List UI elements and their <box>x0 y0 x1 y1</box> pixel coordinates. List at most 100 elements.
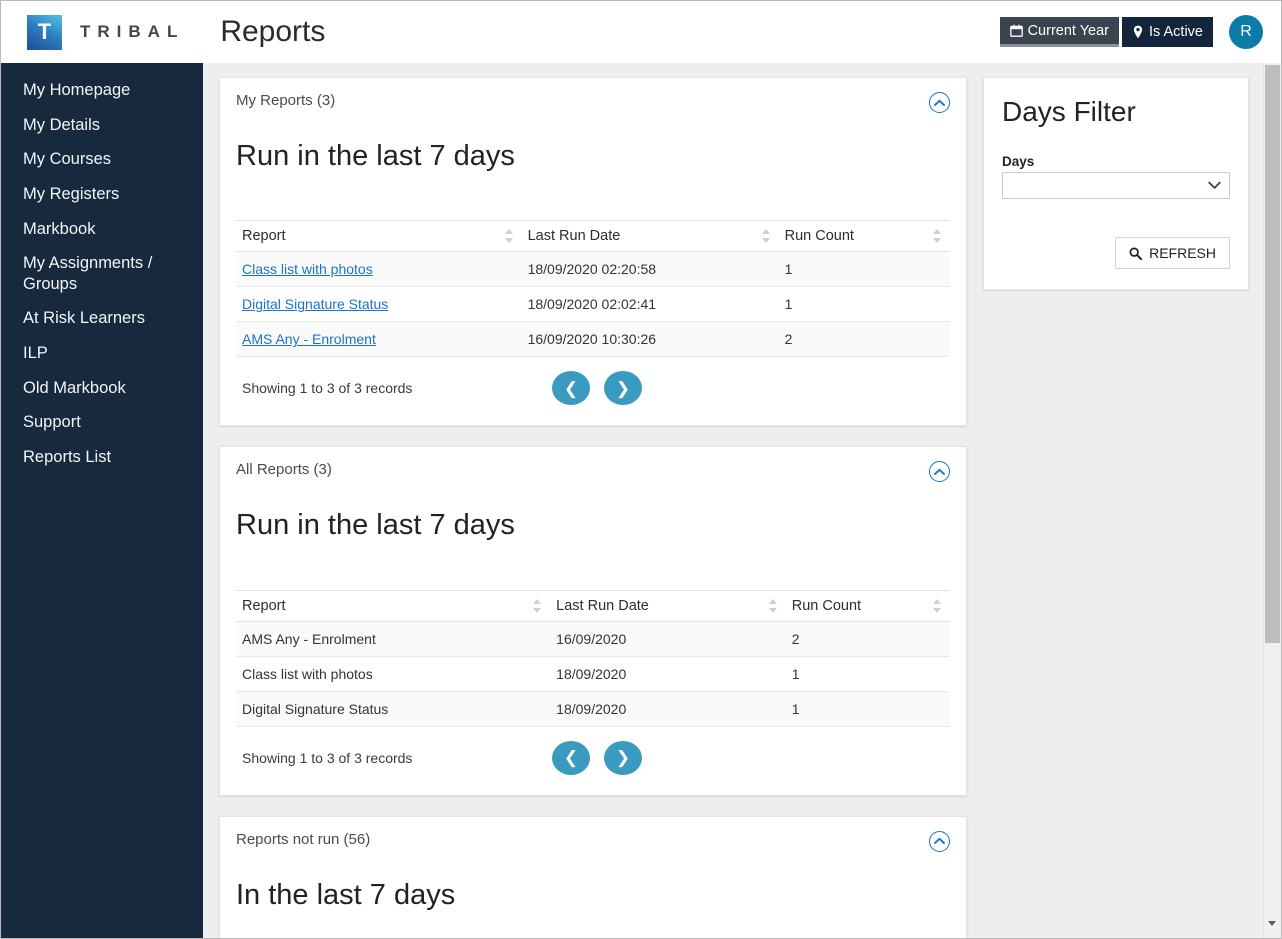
brand-logo[interactable]: T TRIBAL <box>27 14 184 50</box>
records-summary: Showing 1 to 3 of 3 records <box>242 749 413 766</box>
header-right-group: Current Year Is Active R <box>999 15 1263 49</box>
table-header-row: Report Last Run Date Run Count <box>236 589 950 622</box>
days-filter-card: Days Filter Days REFRESH <box>983 77 1249 290</box>
table-row: AMS Any - Enrolment 16/09/2020 10:30:26 … <box>236 321 950 358</box>
previous-page-button[interactable]: ❮ <box>552 371 590 406</box>
sidebar-item-my-details[interactable]: My Details <box>1 108 203 143</box>
chevron-right-icon: ❯ <box>615 378 631 398</box>
map-pin-icon <box>1132 25 1144 39</box>
report-link[interactable]: AMS Any - Enrolment <box>242 331 376 347</box>
cell-report: Digital Signature Status <box>236 691 551 727</box>
report-link[interactable]: Class list with photos <box>242 261 373 277</box>
scrollbar-thumb[interactable] <box>1265 65 1280 643</box>
table-header-row: Report Last Run Date Run Count <box>236 220 950 253</box>
table-footer: Showing 1 to 3 of 3 records ❮ ❯ <box>236 357 950 419</box>
records-summary: Showing 1 to 3 of 3 records <box>242 380 413 397</box>
page-title: Reports <box>220 15 326 48</box>
collapse-toggle-my-reports[interactable] <box>929 92 950 113</box>
top-header-bar: T TRIBAL Reports Current Year Is Active … <box>1 1 1281 63</box>
chevron-left-icon: ❮ <box>563 748 579 768</box>
table-row: Digital Signature Status 18/09/2020 1 <box>236 691 950 727</box>
next-page-button[interactable]: ❯ <box>604 371 642 406</box>
cell-report: Class list with photos <box>236 656 551 692</box>
sidebar-item-my-courses[interactable]: My Courses <box>1 142 203 177</box>
sidebar-item-support[interactable]: Support <box>1 405 203 440</box>
calendar-icon <box>1009 24 1023 37</box>
refresh-button-label: REFRESH <box>1149 245 1216 261</box>
all-reports-card-title: Run in the last 7 days <box>236 509 515 542</box>
cell-run-count: 2 <box>778 321 950 358</box>
current-year-badge[interactable]: Current Year <box>999 17 1119 47</box>
reports-not-run-card: Reports not run (56) In the last 7 days <box>219 815 967 938</box>
column-header-report[interactable]: Report <box>236 220 522 253</box>
my-reports-card: My Reports (3) Run in the last 7 days Re… <box>219 77 967 427</box>
sidebar-item-reports-list[interactable]: Reports List <box>1 440 203 475</box>
tribal-logo-icon: T <box>27 14 62 50</box>
chevron-up-icon <box>934 838 945 845</box>
sidebar-item-markbook[interactable]: Markbook <box>1 212 203 247</box>
sidebar-item-my-homepage[interactable]: My Homepage <box>1 73 203 108</box>
cell-run-count: 1 <box>778 286 950 323</box>
reports-not-run-card-label: Reports not run (56) <box>236 830 371 848</box>
sidebar-item-my-registers[interactable]: My Registers <box>1 177 203 212</box>
avatar[interactable]: R <box>1229 15 1263 49</box>
table-footer: Showing 1 to 3 of 3 records ❮ ❯ <box>236 727 950 789</box>
report-link[interactable]: Digital Signature Status <box>242 296 388 312</box>
cell-report: Digital Signature Status <box>236 286 522 323</box>
sidebar-item-old-markbook[interactable]: Old Markbook <box>1 371 203 406</box>
chevron-right-icon: ❯ <box>615 748 631 768</box>
cell-last-run-date: 18/09/2020 <box>550 691 786 727</box>
is-active-badge-label: Is Active <box>1149 24 1203 40</box>
refresh-button[interactable]: REFRESH <box>1115 237 1230 269</box>
days-select[interactable] <box>1002 172 1230 199</box>
reports-not-run-card-title: In the last 7 days <box>236 878 456 911</box>
all-reports-card-label: All Reports (3) <box>236 461 332 479</box>
column-header-last-run-date[interactable]: Last Run Date <box>550 589 786 622</box>
previous-page-button[interactable]: ❮ <box>552 740 590 775</box>
my-reports-card-title: Run in the last 7 days <box>236 140 515 172</box>
card-header: All Reports (3) <box>236 461 950 483</box>
sidebar-item-at-risk-learners[interactable]: At Risk Learners <box>1 301 203 336</box>
scroll-down-arrow-icon[interactable] <box>1268 921 1276 926</box>
column-header-last-run-date-label: Last Run Date <box>527 228 621 245</box>
is-active-badge[interactable]: Is Active <box>1122 17 1213 47</box>
all-reports-card: All Reports (3) Run in the last 7 days R… <box>219 446 967 796</box>
sidebar-nav: My Homepage My Details My Courses My Reg… <box>1 63 203 938</box>
cell-run-count: 1 <box>785 691 950 727</box>
next-page-button[interactable]: ❯ <box>604 740 642 775</box>
filter-column: Days Filter Days REFRESH <box>983 77 1249 290</box>
sort-icon <box>933 229 942 244</box>
column-header-last-run-date[interactable]: Last Run Date <box>521 220 779 253</box>
sidebar-item-ilp[interactable]: ILP <box>1 336 203 371</box>
pagination: ❮ ❯ <box>552 371 656 406</box>
column-header-run-count-label: Run Count <box>791 597 862 614</box>
my-reports-table: Report Last Run Date Run Count Class lis… <box>236 220 950 358</box>
sidebar-item-my-assignments-groups[interactable]: My Assignments / Groups <box>1 246 161 301</box>
chevron-up-icon <box>934 99 945 106</box>
cell-run-count: 1 <box>778 251 950 288</box>
column-header-run-count[interactable]: Run Count <box>778 220 950 253</box>
card-header: Reports not run (56) <box>236 830 950 852</box>
days-filter-title: Days Filter <box>1002 96 1136 127</box>
column-header-run-count-label: Run Count <box>784 228 854 245</box>
cell-last-run-date: 18/09/2020 02:20:58 <box>521 251 779 288</box>
cell-run-count: 1 <box>785 656 950 692</box>
table-row: Class list with photos 18/09/2020 02:20:… <box>236 251 950 288</box>
chevron-up-icon <box>934 468 945 475</box>
column-header-run-count[interactable]: Run Count <box>785 589 950 622</box>
column-header-report-label: Report <box>242 597 286 614</box>
application-window: T TRIBAL Reports Current Year Is Active … <box>0 0 1282 939</box>
collapse-toggle-reports-not-run[interactable] <box>929 830 950 852</box>
collapse-toggle-all-reports[interactable] <box>929 461 950 483</box>
chevron-left-icon: ❮ <box>563 378 579 398</box>
reports-column: My Reports (3) Run in the last 7 days Re… <box>219 77 967 938</box>
refresh-row: REFRESH <box>1002 237 1230 269</box>
sort-icon <box>768 598 778 613</box>
pagination: ❮ ❯ <box>552 740 656 775</box>
column-header-report[interactable]: Report <box>236 589 551 622</box>
table-row: Digital Signature Status 18/09/2020 02:0… <box>236 286 950 323</box>
card-header: My Reports (3) <box>236 92 950 113</box>
main-content-area: My Reports (3) Run in the last 7 days Re… <box>203 63 1265 938</box>
vertical-scrollbar[interactable] <box>1263 63 1280 938</box>
column-header-last-run-date-label: Last Run Date <box>556 597 649 614</box>
